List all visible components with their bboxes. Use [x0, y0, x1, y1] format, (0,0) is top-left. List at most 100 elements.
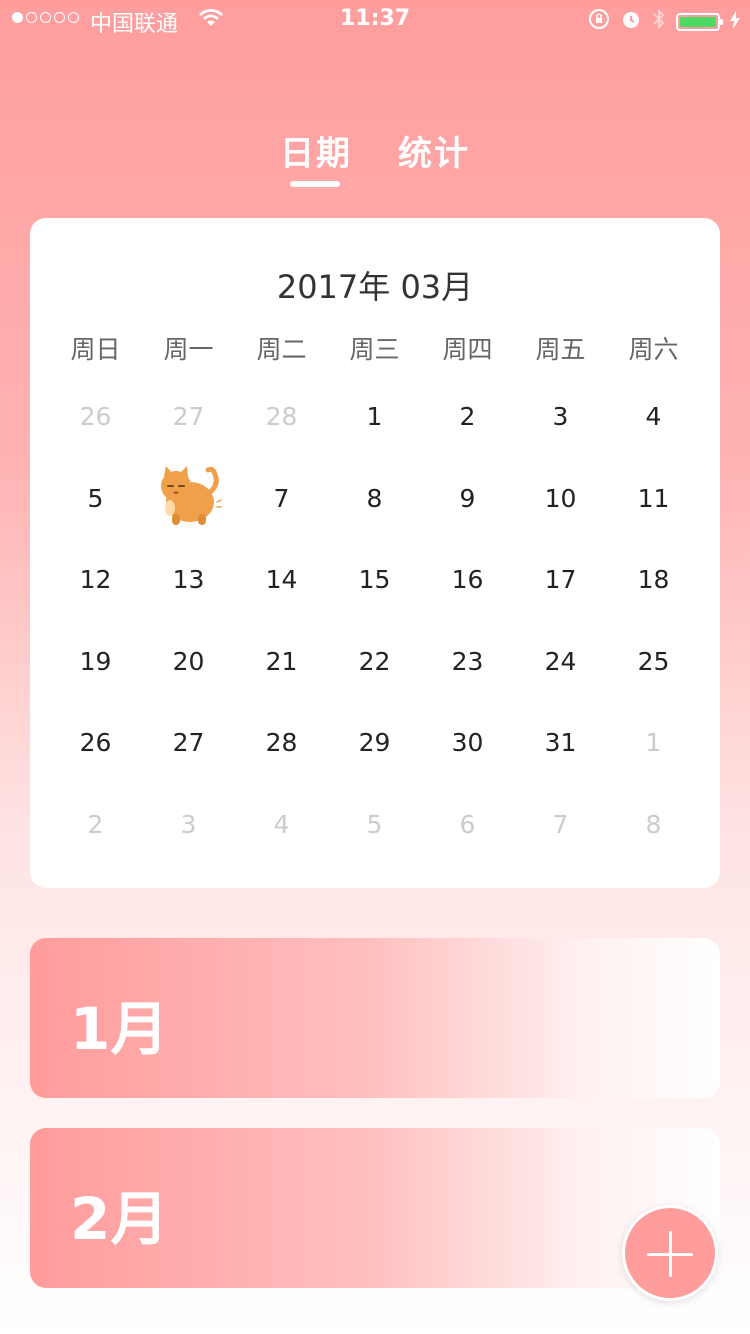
calendar-day-today[interactable]: 6 — [142, 458, 235, 540]
weekday-label: 周二 — [256, 335, 307, 364]
calendar-day[interactable]: 4 — [607, 376, 700, 458]
calendar-week-row: 12 13 14 15 16 17 18 — [49, 539, 700, 621]
calendar-day[interactable]: 1 — [328, 376, 421, 458]
calendar-day-number: 2 — [87, 809, 104, 839]
calendar-day-number: 28 — [265, 402, 298, 432]
calendar-day[interactable]: 20 — [142, 621, 235, 703]
calendar-day[interactable]: 24 — [514, 621, 607, 703]
calendar-day-other-month[interactable]: 26 — [49, 376, 142, 458]
active-tab-indicator — [290, 181, 340, 187]
calendar-day-number: 7 — [273, 483, 290, 513]
calendar-day-other-month[interactable]: 3 — [142, 784, 235, 866]
calendar-day-number: 11 — [637, 483, 670, 513]
calendar-day-number: 28 — [265, 728, 298, 758]
calendar-day[interactable]: 23 — [421, 621, 514, 703]
calendar-day-number: 1 — [366, 402, 383, 432]
calendar-day[interactable]: 29 — [328, 702, 421, 784]
calendar-day-other-month[interactable]: 6 — [421, 784, 514, 866]
calendar-day-number: 22 — [358, 646, 391, 676]
calendar-week-row: 26 27 28 1 2 3 4 — [49, 376, 700, 458]
calendar-day[interactable]: 10 — [514, 458, 607, 540]
calendar-day-other-month[interactable]: 1 — [607, 702, 700, 784]
calendar-day[interactable]: 22 — [328, 621, 421, 703]
calendar-day-number: 15 — [358, 565, 391, 595]
calendar-day[interactable]: 7 — [235, 458, 328, 540]
calendar-day-other-month[interactable]: 27 — [142, 376, 235, 458]
calendar-day-number: 1 — [645, 728, 662, 758]
weekday-header: 周日 周一 周二 周三 周四 周五 周六 — [49, 330, 700, 366]
tab-date[interactable]: 日期 — [280, 126, 352, 175]
calendar-day[interactable]: 26 — [49, 702, 142, 784]
calendar-day[interactable]: 8 — [328, 458, 421, 540]
calendar-day[interactable]: 9 — [421, 458, 514, 540]
calendar-day-number: 8 — [366, 483, 383, 513]
weekday-label: 周四 — [442, 335, 493, 364]
calendar-day-number: 4 — [645, 402, 662, 432]
calendar-day-number: 7 — [552, 809, 569, 839]
calendar-day-number: 23 — [451, 646, 484, 676]
calendar-day[interactable]: 28 — [235, 702, 328, 784]
calendar-day[interactable]: 5 — [49, 458, 142, 540]
calendar-day-number: 24 — [544, 646, 577, 676]
calendar-day[interactable]: 15 — [328, 539, 421, 621]
calendar-week-row: 19 20 21 22 23 24 25 — [49, 621, 700, 703]
calendar-day[interactable]: 27 — [142, 702, 235, 784]
charging-icon — [730, 10, 740, 35]
weekday-label: 周五 — [535, 335, 586, 364]
calendar-days-grid: 2627281234567891011121314151617181920212… — [49, 376, 700, 865]
calendar-card: 2017年 03月 周日周一周二周三周四周五周六 262728123456789… — [30, 218, 720, 888]
rotation-lock-icon — [588, 8, 610, 36]
calendar-day-other-month[interactable]: 5 — [328, 784, 421, 866]
calendar-day-other-month[interactable]: 28 — [235, 376, 328, 458]
calendar-day[interactable]: 31 — [514, 702, 607, 784]
calendar-day[interactable]: 17 — [514, 539, 607, 621]
add-button[interactable] — [622, 1205, 718, 1301]
calendar-day[interactable]: 21 — [235, 621, 328, 703]
calendar-day-number: 5 — [87, 483, 104, 513]
calendar-day[interactable]: 16 — [421, 539, 514, 621]
calendar-month-title[interactable]: 2017年 03月 — [30, 262, 720, 308]
calendar-day-number: 2 — [459, 402, 476, 432]
calendar-day-number: 26 — [79, 728, 112, 758]
alarm-icon — [620, 8, 642, 36]
calendar-day[interactable]: 14 — [235, 539, 328, 621]
calendar-day-number: 18 — [637, 565, 670, 595]
weekday-label: 周一 — [163, 335, 214, 364]
battery-icon — [676, 13, 723, 31]
calendar-day[interactable]: 13 — [142, 539, 235, 621]
calendar-day-other-month[interactable]: 2 — [49, 784, 142, 866]
calendar-day[interactable]: 12 — [49, 539, 142, 621]
calendar-day-number: 17 — [544, 565, 577, 595]
tab-statistics[interactable]: 统计 — [398, 126, 470, 175]
calendar-day-number: 20 — [172, 646, 205, 676]
calendar-day-number: 5 — [366, 809, 383, 839]
calendar-day-other-month[interactable]: 4 — [235, 784, 328, 866]
calendar-day[interactable]: 30 — [421, 702, 514, 784]
calendar-day[interactable]: 3 — [514, 376, 607, 458]
calendar-day-number: 6 — [459, 809, 476, 839]
calendar-day-number: 10 — [544, 483, 577, 513]
calendar-day-number: 21 — [265, 646, 298, 676]
calendar-day[interactable]: 11 — [607, 458, 700, 540]
calendar-day[interactable]: 19 — [49, 621, 142, 703]
calendar-week-row: 5 6 7 8 9 10 11 — [49, 458, 700, 540]
weekday-label: 周六 — [628, 335, 679, 364]
calendar-day[interactable]: 2 — [421, 376, 514, 458]
calendar-day[interactable]: 18 — [607, 539, 700, 621]
calendar-day[interactable]: 25 — [607, 621, 700, 703]
calendar-day-other-month[interactable]: 7 — [514, 784, 607, 866]
calendar-day-other-month[interactable]: 8 — [607, 784, 700, 866]
calendar-day-number: 16 — [451, 565, 484, 595]
calendar-week-row: 2 3 4 5 6 7 8 — [49, 784, 700, 866]
calendar-day-number: 30 — [451, 728, 484, 758]
calendar-day-number: 29 — [358, 728, 391, 758]
calendar-day-number: 27 — [172, 402, 205, 432]
month-card-january[interactable]: 1月 — [30, 938, 720, 1098]
month-card-february[interactable]: 2月 — [30, 1128, 720, 1288]
calendar-day-number: 25 — [637, 646, 670, 676]
calendar-day-number: 19 — [79, 646, 112, 676]
month-card-label: 2月 — [70, 1185, 169, 1253]
calendar-week-row: 26 27 28 29 30 31 1 — [49, 702, 700, 784]
calendar-day-number: 27 — [172, 728, 205, 758]
calendar-day-number: 26 — [79, 402, 112, 432]
